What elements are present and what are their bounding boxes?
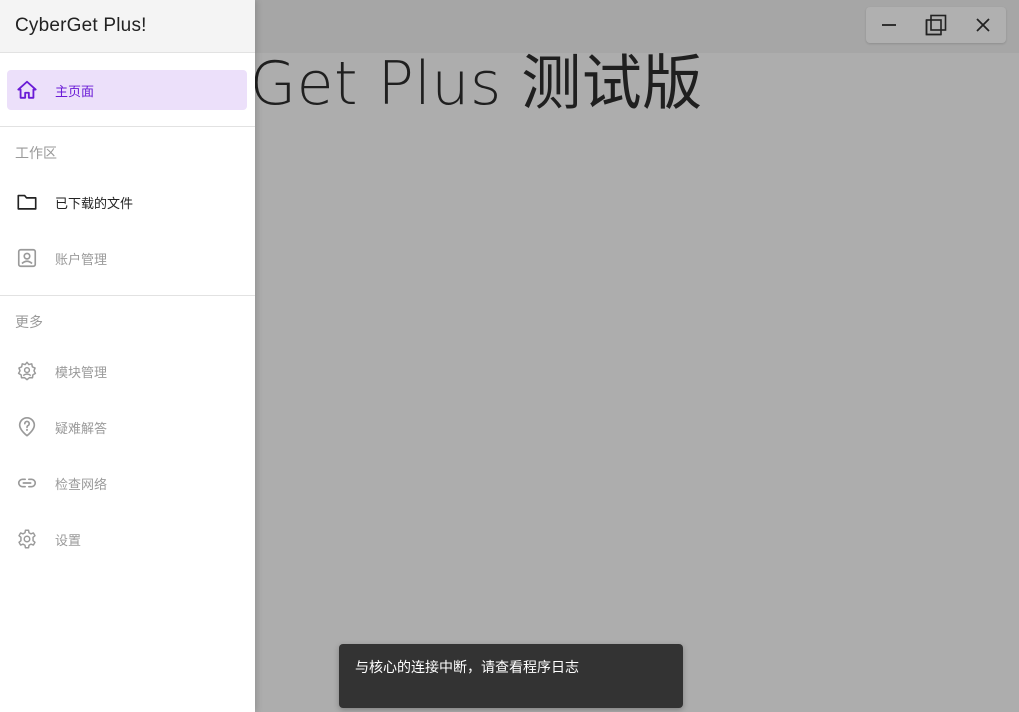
- module-gear-icon: [15, 359, 39, 383]
- app-window: CyberGet Plus 测试版 CyberGet Plus! 主页面 工作区…: [0, 0, 1019, 712]
- nav-item-module-management[interactable]: 模块管理: [7, 351, 247, 391]
- folder-icon: [15, 190, 39, 214]
- drawer-title: CyberGet Plus!: [15, 15, 147, 36]
- divider: [0, 126, 255, 127]
- divider: [0, 295, 255, 296]
- nav-item-module-management-label: 模块管理: [55, 365, 108, 381]
- link-icon: [15, 471, 39, 495]
- snackbar: 与核心的连接中断，请查看程序日志: [339, 644, 683, 708]
- nav-item-downloaded-files-label: 已下载的文件: [55, 196, 134, 212]
- nav-item-troubleshooting-label: 疑难解答: [55, 421, 108, 437]
- section-header-more: 更多: [15, 315, 43, 331]
- drawer-header: CyberGet Plus!: [0, 0, 255, 53]
- nav-item-account-management[interactable]: 账户管理: [7, 238, 247, 278]
- maximize-button[interactable]: [916, 7, 956, 43]
- settings-icon: [15, 527, 39, 551]
- nav-item-home-label: 主页面: [55, 84, 95, 100]
- close-button[interactable]: [963, 7, 1003, 43]
- nav-item-check-network-label: 检查网络: [55, 477, 108, 493]
- help-icon: [15, 415, 39, 439]
- navigation-drawer: CyberGet Plus! 主页面 工作区 已下载的文件 账户管理 更多 模块…: [0, 0, 255, 712]
- nav-item-check-network[interactable]: 检查网络: [7, 463, 247, 503]
- home-icon: [15, 78, 39, 102]
- nav-item-settings-label: 设置: [55, 533, 82, 549]
- minimize-button[interactable]: [869, 7, 909, 43]
- nav-item-downloaded-files[interactable]: 已下载的文件: [7, 182, 247, 222]
- nav-item-settings[interactable]: 设置: [7, 519, 247, 559]
- section-header-workspace: 工作区: [15, 146, 57, 162]
- minimize-icon: [882, 24, 897, 26]
- account-box-icon: [15, 246, 39, 270]
- nav-item-account-management-label: 账户管理: [55, 252, 108, 268]
- nav-item-home[interactable]: 主页面: [7, 70, 247, 110]
- maximize-icon: [925, 14, 947, 36]
- window-controls: [866, 7, 1006, 43]
- nav-item-troubleshooting[interactable]: 疑难解答: [7, 407, 247, 447]
- snackbar-message: 与核心的连接中断，请查看程序日志: [355, 660, 579, 676]
- close-icon: [976, 18, 990, 32]
